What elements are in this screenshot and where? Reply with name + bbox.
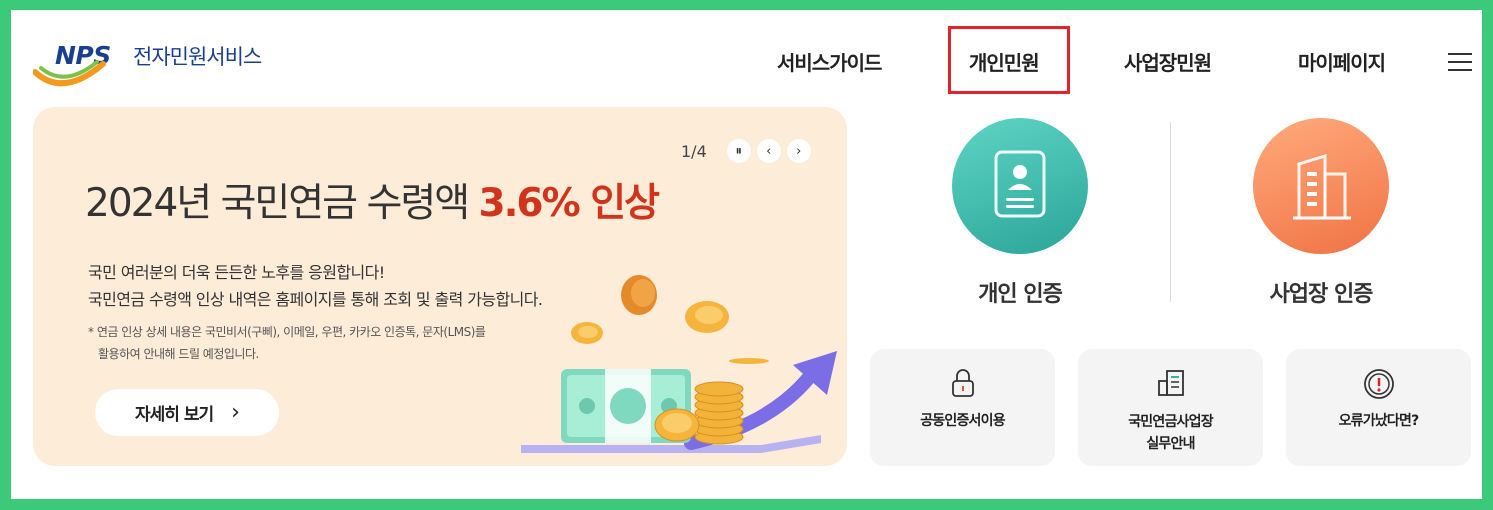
nav-business-civil[interactable]: 사업장민원 xyxy=(1124,47,1212,76)
banner-description: 국민 여러분의 더욱 든든한 노후를 응원합니다! 국민연금 수령액 인상 내역… xyxy=(88,259,543,313)
personal-id-card-icon xyxy=(952,118,1088,254)
building-icon xyxy=(1253,118,1389,254)
banner-title: 2024년 국민연금 수령액 3.6% 인상 xyxy=(85,172,660,228)
next-arrow-icon[interactable]: › xyxy=(786,139,811,163)
banner-title-main: 2024년 국민연금 수령액 xyxy=(85,181,479,226)
banner-desc-line: 국민연금 수령액 인상 내역은 홈페이지를 통해 조회 및 출력 가능합니다. xyxy=(88,290,543,309)
quick-card-label: 국민연금사업장 xyxy=(1128,414,1213,430)
quick-card-joint-certificate[interactable]: 공동인증서이용 xyxy=(870,349,1055,466)
detail-view-label: 자세히 보기 xyxy=(135,405,214,425)
banner-title-highlight: 3.6% 인상 xyxy=(478,181,660,226)
page-frame: NPS 전자민원서비스 서비스가이드 개인민원 사업장민원 마이페이지 1/4 … xyxy=(11,10,1482,499)
building-document-icon xyxy=(1157,370,1184,396)
business-cert-card[interactable]: 사업장 인증 xyxy=(1171,118,1471,308)
banner-note-line: 활용하여 안내해 드릴 예정입니다. xyxy=(98,347,259,361)
warning-icon xyxy=(1363,369,1394,399)
quick-card-business-guide[interactable]: 국민연금사업장 실무안내 xyxy=(1078,349,1263,466)
prev-arrow-icon[interactable]: ‹ xyxy=(756,139,781,163)
banner-note-line: * 연금 인상 상세 내용은 국민비서(구삐), 이메일, 우편, 카카오 인증… xyxy=(88,325,486,339)
quick-card-label: 오류가났다면? xyxy=(1338,413,1420,429)
chevron-right-icon: › xyxy=(231,400,240,425)
detail-view-button[interactable]: 자세히 보기 › xyxy=(95,389,279,436)
nav-my-page[interactable]: 마이페이지 xyxy=(1298,47,1386,76)
lock-icon xyxy=(951,369,974,397)
business-cert-label: 사업장 인증 xyxy=(1269,282,1374,307)
pause-icon[interactable]: ⏸ xyxy=(726,139,751,163)
banner-desc-line: 국민 여러분의 더욱 든든한 노후를 응원합니다! xyxy=(88,263,385,282)
personal-cert-card[interactable]: 개인 인증 xyxy=(870,118,1170,308)
banner-pager: 1/4 ⏸ ‹ › xyxy=(681,139,811,163)
promo-banner[interactable]: 1/4 ⏸ ‹ › 2024년 국민연금 수령액 3.6% 인상 국민 여러분의… xyxy=(33,107,847,466)
main-nav: 서비스가이드 개인민원 사업장민원 마이페이지 xyxy=(11,47,1482,75)
nav-highlight-box xyxy=(948,26,1070,94)
hamburger-menu-icon[interactable] xyxy=(1448,53,1472,71)
quick-card-error-help[interactable]: 오류가났다면? xyxy=(1286,349,1471,466)
quick-card-label: 공동인증서이용 xyxy=(920,413,1005,429)
banner-page-count: 1/4 xyxy=(681,141,707,161)
nav-service-guide[interactable]: 서비스가이드 xyxy=(777,47,882,76)
quick-card-label: 실무안내 xyxy=(1146,436,1195,452)
personal-cert-label: 개인 인증 xyxy=(978,282,1063,307)
banner-note: * 연금 인상 상세 내용은 국민비서(구삐), 이메일, 우편, 카카오 인증… xyxy=(88,321,486,365)
money-growth-illustration xyxy=(521,275,837,453)
